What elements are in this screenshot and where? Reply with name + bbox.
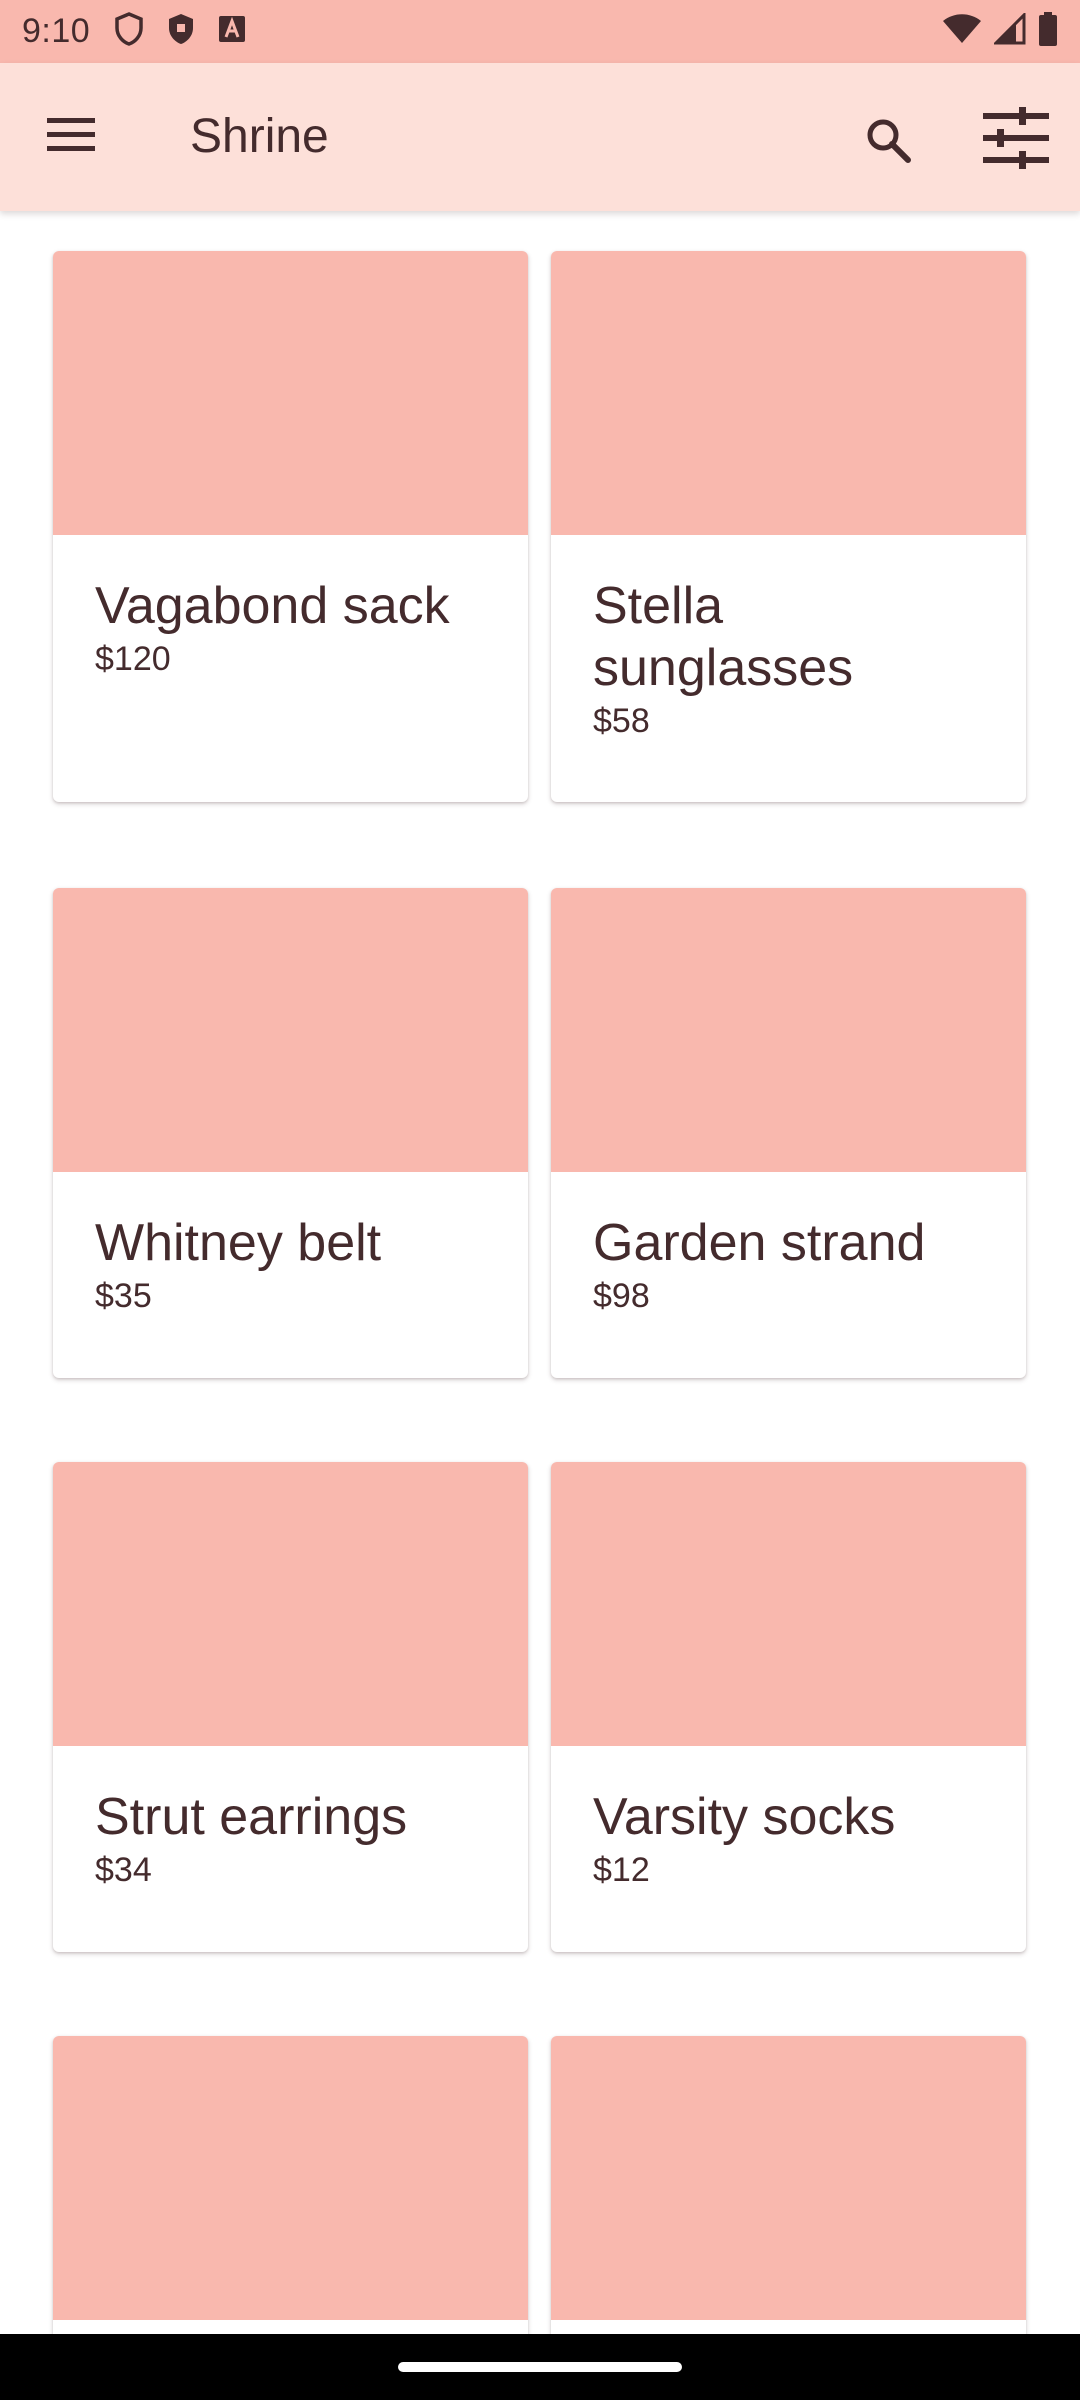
product-name: Vagabond sack [95, 577, 450, 635]
tune-icon [983, 106, 1049, 174]
navigation-bar [0, 2334, 1080, 2400]
menu-button[interactable] [40, 106, 102, 168]
app-bar: Shrine [0, 63, 1080, 211]
menu-icon [47, 117, 95, 157]
product-image [53, 2036, 528, 2320]
product-card[interactable]: Varsity socks $12 [551, 1462, 1026, 1952]
product-image [551, 1462, 1026, 1746]
product-price: $35 [95, 1277, 152, 1315]
product-image [53, 888, 528, 1172]
product-price: $58 [593, 702, 650, 740]
product-image [53, 251, 528, 535]
product-price: $98 [593, 1277, 650, 1315]
battery-icon [1038, 12, 1058, 51]
product-name: Stella sunglasses [593, 577, 854, 697]
shield-filled-icon [166, 12, 196, 51]
product-card[interactable]: Strut earrings $34 [53, 1462, 528, 1952]
status-right-icons [942, 11, 1058, 51]
product-grid: Vagabond sack $120 Stella sunglasses $58… [0, 211, 1080, 2334]
wifi-icon [942, 13, 982, 50]
product-card[interactable] [53, 2036, 528, 2334]
home-gesture-handle[interactable] [398, 2362, 682, 2372]
product-price: $34 [95, 1851, 152, 1889]
product-price: $12 [593, 1851, 650, 1889]
product-name: Varsity socks [593, 1788, 896, 1846]
product-card[interactable]: Vagabond sack $120 [53, 251, 528, 802]
status-bar: 9:10 [0, 0, 1080, 63]
signal-icon [992, 11, 1026, 50]
product-name: Whitney belt [95, 1214, 382, 1272]
product-image [551, 2036, 1026, 2320]
product-image [551, 251, 1026, 535]
search-icon [864, 116, 912, 169]
product-card[interactable] [551, 2036, 1026, 2334]
product-name: Garden strand [593, 1214, 926, 1272]
status-left-icons [114, 12, 246, 51]
app-title: Shrine [190, 110, 329, 163]
search-button[interactable] [852, 106, 924, 178]
shield-outline-icon [114, 12, 144, 51]
product-card[interactable]: Garden strand $98 [551, 888, 1026, 1378]
filter-button[interactable] [978, 102, 1054, 178]
a-badge-icon [218, 15, 246, 48]
product-card[interactable]: Stella sunglasses $58 [551, 251, 1026, 802]
product-image [551, 888, 1026, 1172]
product-price: $120 [95, 640, 171, 678]
product-image [53, 1462, 528, 1746]
product-name: Strut earrings [95, 1788, 408, 1846]
status-time: 9:10 [22, 12, 91, 50]
product-card[interactable]: Whitney belt $35 [53, 888, 528, 1378]
